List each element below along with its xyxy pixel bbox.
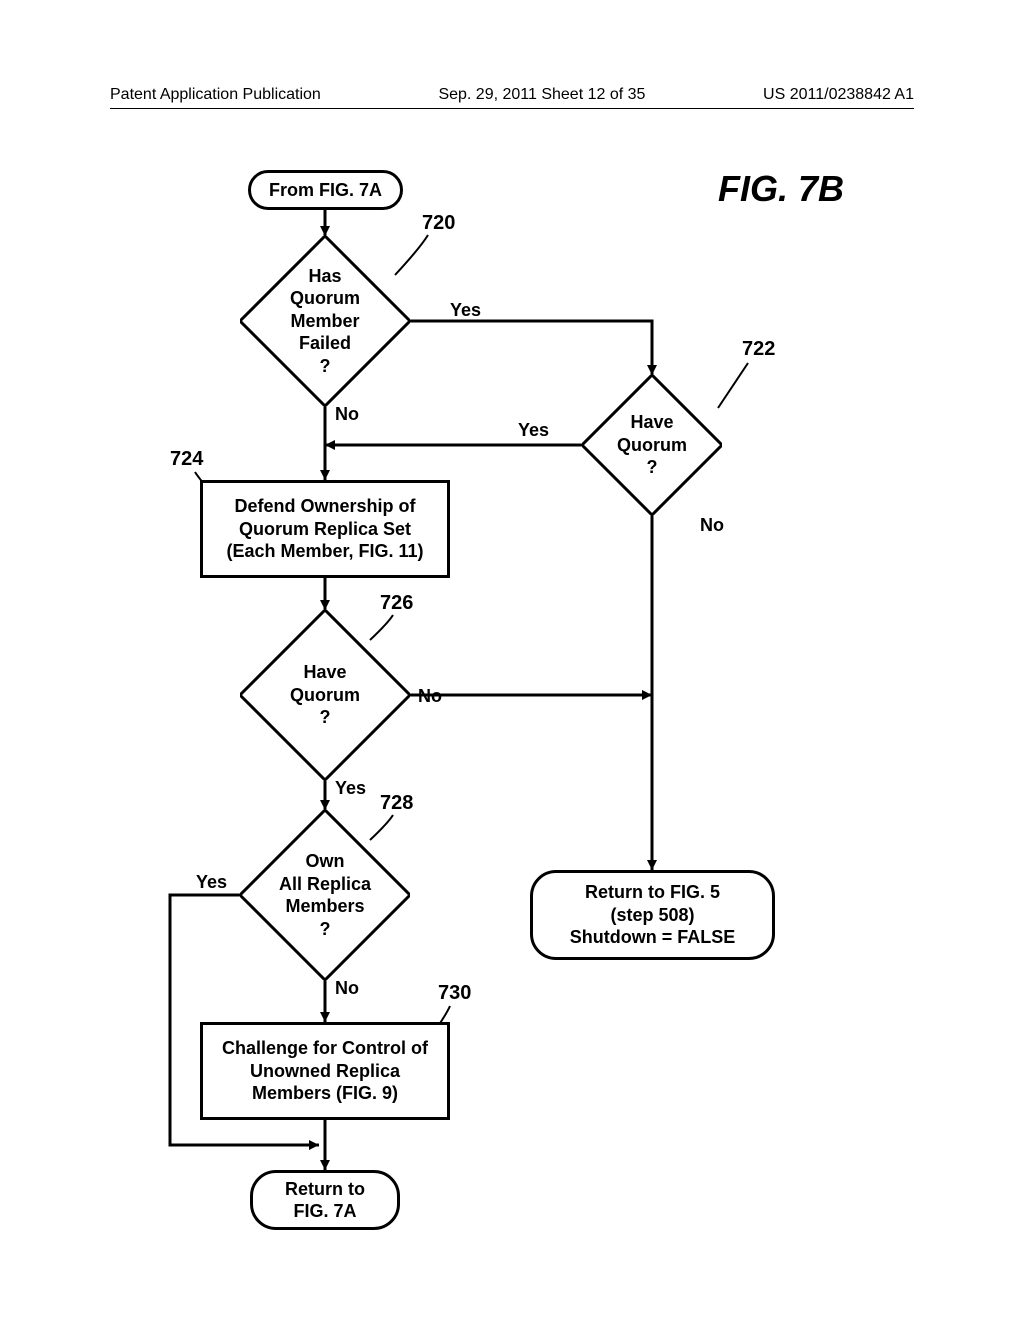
ref-722: 722 — [742, 338, 775, 361]
edge-720-yes: Yes — [450, 300, 481, 321]
terminator-return-fig7a-label: Return to FIG. 7A — [285, 1178, 365, 1223]
edge-728-no: No — [335, 978, 359, 999]
header-right: US 2011/0238842 A1 — [763, 86, 914, 104]
page-header: Patent Application Publication Sep. 29, … — [110, 86, 914, 104]
decision-726-have-quorum: Have Quorum ? — [240, 610, 410, 780]
terminator-return-fig5: Return to FIG. 5 (step 508) Shutdown = F… — [530, 870, 775, 960]
ref-724: 724 — [170, 448, 203, 471]
edge-722-yes: Yes — [518, 420, 549, 441]
ref-720: 720 — [422, 212, 455, 235]
ref-726: 726 — [380, 592, 413, 615]
header-left: Patent Application Publication — [110, 86, 321, 104]
edge-726-no: No — [418, 686, 442, 707]
decision-720-has-quorum-member-failed: Has Quorum Member Failed ? — [240, 236, 410, 406]
terminator-from-fig7a: From FIG. 7A — [248, 170, 403, 210]
decision-720-label: Has Quorum Member Failed ? — [290, 265, 360, 378]
terminator-return-fig7a: Return to FIG. 7A — [250, 1170, 400, 1230]
ref-730: 730 — [438, 982, 471, 1005]
decision-722-have-quorum: Have Quorum ? — [582, 375, 722, 515]
flowchart-diagram: From FIG. 7A Has Quorum Member Failed ? … — [0, 160, 1024, 1260]
terminator-return-fig5-label: Return to FIG. 5 (step 508) Shutdown = F… — [570, 881, 736, 949]
process-724-defend-ownership: Defend Ownership of Quorum Replica Set (… — [200, 480, 450, 578]
connectors — [0, 160, 1024, 1260]
process-730-challenge-control: Challenge for Control of Unowned Replica… — [200, 1022, 450, 1120]
edge-726-yes: Yes — [335, 778, 366, 799]
header-rule — [110, 108, 914, 109]
edge-728-yes: Yes — [196, 872, 227, 893]
process-730-label: Challenge for Control of Unowned Replica… — [222, 1037, 428, 1105]
decision-722-label: Have Quorum ? — [617, 411, 687, 479]
decision-726-label: Have Quorum ? — [290, 661, 360, 729]
terminator-from-fig7a-label: From FIG. 7A — [269, 179, 382, 202]
edge-722-no: No — [700, 515, 724, 536]
decision-728-own-all-replica-members: Own All Replica Members ? — [240, 810, 410, 980]
ref-728: 728 — [380, 792, 413, 815]
decision-728-label: Own All Replica Members ? — [279, 850, 371, 940]
edge-720-no: No — [335, 404, 359, 425]
header-center: Sep. 29, 2011 Sheet 12 of 35 — [438, 86, 645, 104]
process-724-label: Defend Ownership of Quorum Replica Set (… — [226, 495, 423, 563]
